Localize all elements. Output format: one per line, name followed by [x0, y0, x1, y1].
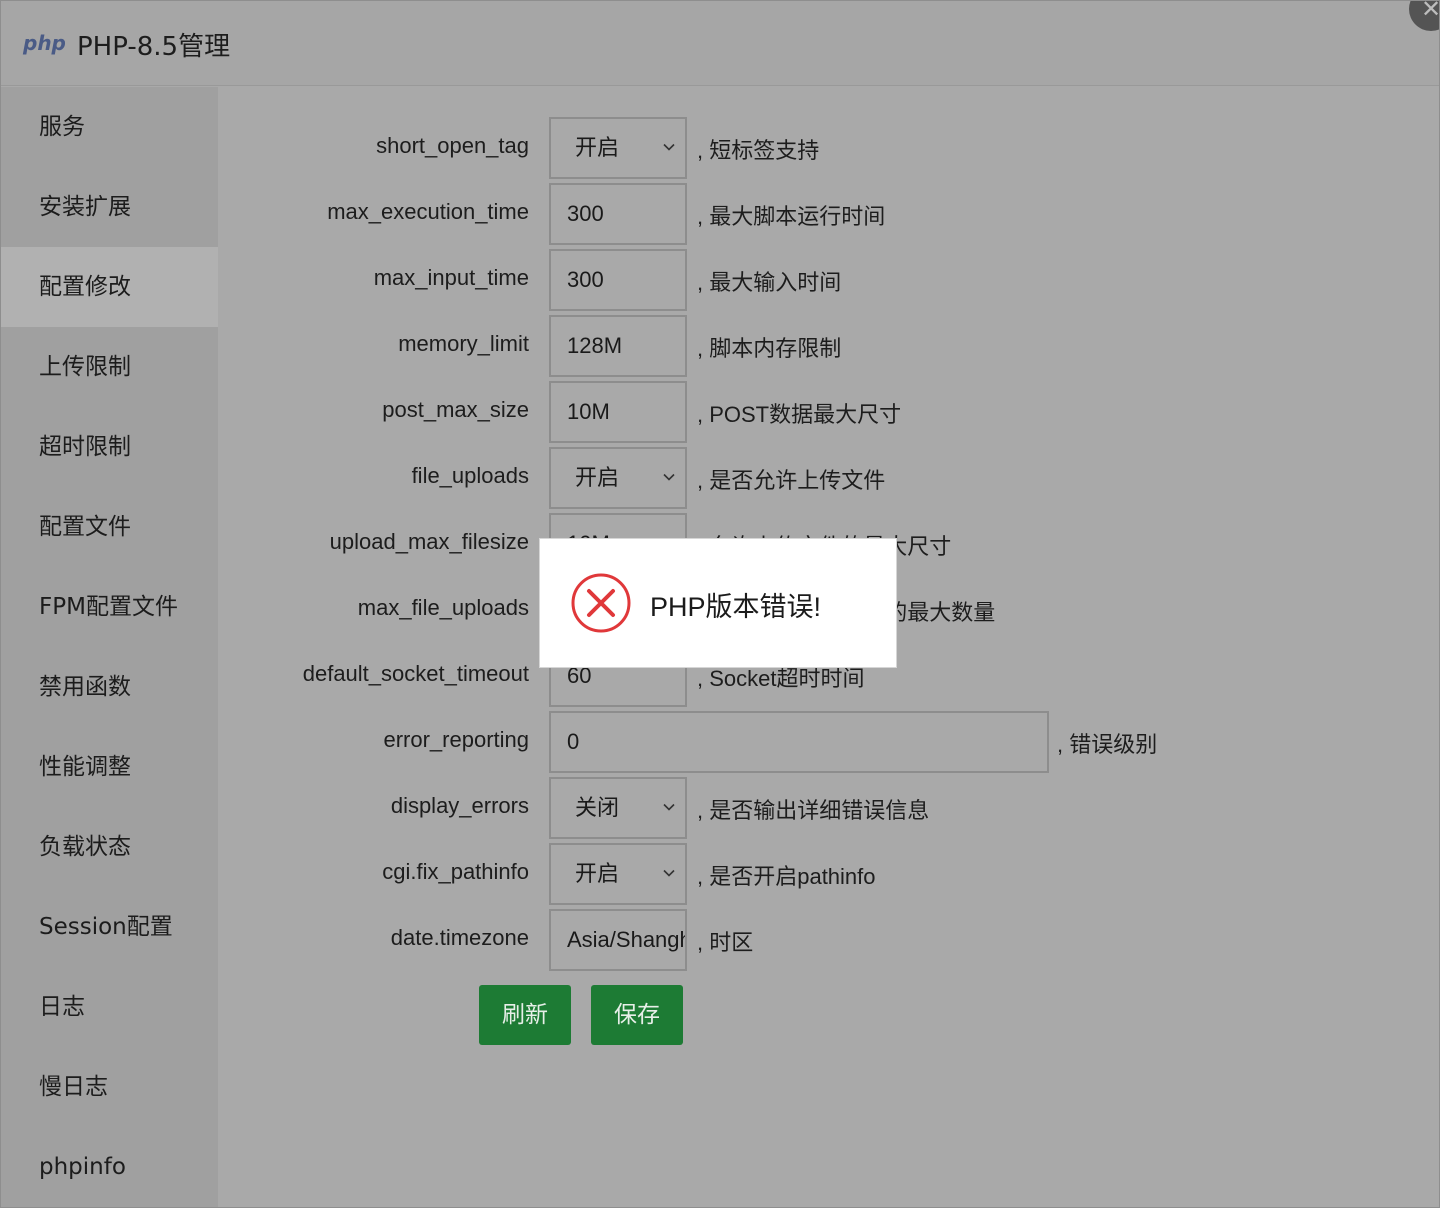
display-errors-select[interactable]: 关闭: [549, 777, 687, 839]
chevron-down-icon: [663, 473, 675, 481]
sidebar-item-performance-tuning[interactable]: 性能调整: [1, 727, 218, 807]
config-label: display_errors: [390, 793, 529, 818]
window-title: PHP-8.5管理: [77, 32, 231, 62]
config-label: max_execution_time: [327, 199, 529, 224]
config-description: , 短标签支持: [697, 138, 820, 163]
refresh-button[interactable]: 刷新: [479, 985, 571, 1045]
sidebar-item-config-file[interactable]: 配置文件: [1, 487, 218, 567]
config-label: upload_max_filesize: [329, 529, 529, 554]
post-max-size-input[interactable]: 10M: [549, 381, 687, 443]
config-row-file-uploads: file_uploads 开启 , 是否允许上传文件: [219, 447, 1419, 511]
config-row-max-execution-time: max_execution_time 300 , 最大脚本运行时间: [219, 183, 1419, 247]
date-timezone-input[interactable]: Asia/Shanghai: [549, 909, 687, 971]
error-message: PHP版本错误!: [650, 592, 822, 622]
select-value: 开启: [575, 135, 620, 160]
save-button[interactable]: 保存: [591, 985, 683, 1045]
sidebar-item-slow-logs[interactable]: 慢日志: [1, 1047, 218, 1127]
config-description: , 是否输出详细错误信息: [697, 798, 930, 823]
error-icon: [571, 573, 631, 633]
sidebar-item-service[interactable]: 服务: [1, 87, 218, 167]
config-label: date.timezone: [390, 925, 529, 950]
config-description: , POST数据最大尺寸: [697, 402, 902, 427]
config-label: short_open_tag: [376, 133, 529, 158]
config-description: , 最大输入时间: [697, 270, 842, 295]
max-execution-time-input[interactable]: 300: [549, 183, 687, 245]
window-titlebar: php PHP-8.5管理: [1, 1, 1439, 86]
sidebar-item-config-edit[interactable]: 配置修改: [1, 247, 218, 327]
config-label: post_max_size: [382, 397, 529, 422]
config-description: , 是否允许上传文件: [697, 468, 886, 493]
config-label: cgi.fix_pathinfo: [382, 859, 529, 884]
config-description: , 时区: [697, 930, 754, 955]
select-value: 开启: [575, 861, 620, 886]
cgi-fix-pathinfo-select[interactable]: 开启: [549, 843, 687, 905]
sidebar-item-install-extensions[interactable]: 安装扩展: [1, 167, 218, 247]
config-row-max-input-time: max_input_time 300 , 最大输入时间: [219, 249, 1419, 313]
config-label: file_uploads: [411, 463, 529, 488]
sidebar-item-phpinfo[interactable]: phpinfo: [1, 1127, 218, 1207]
sidebar-item-timeout-limit[interactable]: 超时限制: [1, 407, 218, 487]
config-description: , 脚本内存限制: [697, 336, 842, 361]
php-logo: php: [23, 31, 66, 55]
config-row-post-max-size: post_max_size 10M , POST数据最大尺寸: [219, 381, 1419, 445]
sidebar-item-logs[interactable]: 日志: [1, 967, 218, 1047]
config-row-memory-limit: memory_limit 128M , 脚本内存限制: [219, 315, 1419, 379]
config-description: , 是否开启pathinfo: [697, 864, 876, 889]
config-description: , 最大脚本运行时间: [697, 204, 886, 229]
select-value: 关闭: [575, 795, 620, 820]
config-label: default_socket_timeout: [302, 661, 529, 686]
max-input-time-input[interactable]: 300: [549, 249, 687, 311]
chevron-down-icon: [663, 143, 675, 151]
sidebar: 服务 安装扩展 配置修改 上传限制 超时限制 配置文件 FPM配置文件 禁用函数…: [1, 87, 218, 1207]
error-toast: PHP版本错误!: [539, 538, 897, 668]
sidebar-item-upload-limit[interactable]: 上传限制: [1, 327, 218, 407]
config-row-date-timezone: date.timezone Asia/Shanghai , 时区: [219, 909, 1419, 973]
sidebar-item-disabled-functions[interactable]: 禁用函数: [1, 647, 218, 727]
chevron-down-icon: [663, 803, 675, 811]
sidebar-item-fpm-config-file[interactable]: FPM配置文件: [1, 567, 218, 647]
file-uploads-select[interactable]: 开启: [549, 447, 687, 509]
short-open-tag-select[interactable]: 开启: [549, 117, 687, 179]
config-label: max_input_time: [373, 265, 529, 290]
config-label: memory_limit: [398, 331, 529, 356]
config-label: max_file_uploads: [357, 595, 529, 620]
config-description: , 错误级别: [1057, 732, 1158, 757]
chevron-down-icon: [663, 869, 675, 877]
error-reporting-input[interactable]: 0: [549, 711, 1049, 773]
config-label: error_reporting: [383, 727, 529, 752]
config-row-display-errors: display_errors 关闭 , 是否输出详细错误信息: [219, 777, 1419, 841]
sidebar-item-session-config[interactable]: Session配置: [1, 887, 218, 967]
sidebar-item-load-status[interactable]: 负载状态: [1, 807, 218, 887]
config-row-cgi-fix-pathinfo: cgi.fix_pathinfo 开启 , 是否开启pathinfo: [219, 843, 1419, 907]
memory-limit-input[interactable]: 128M: [549, 315, 687, 377]
config-row-error-reporting: error_reporting 0 , 错误级别: [219, 711, 1419, 775]
config-row-short-open-tag: short_open_tag 开启 , 短标签支持: [219, 117, 1419, 181]
select-value: 开启: [575, 465, 620, 490]
